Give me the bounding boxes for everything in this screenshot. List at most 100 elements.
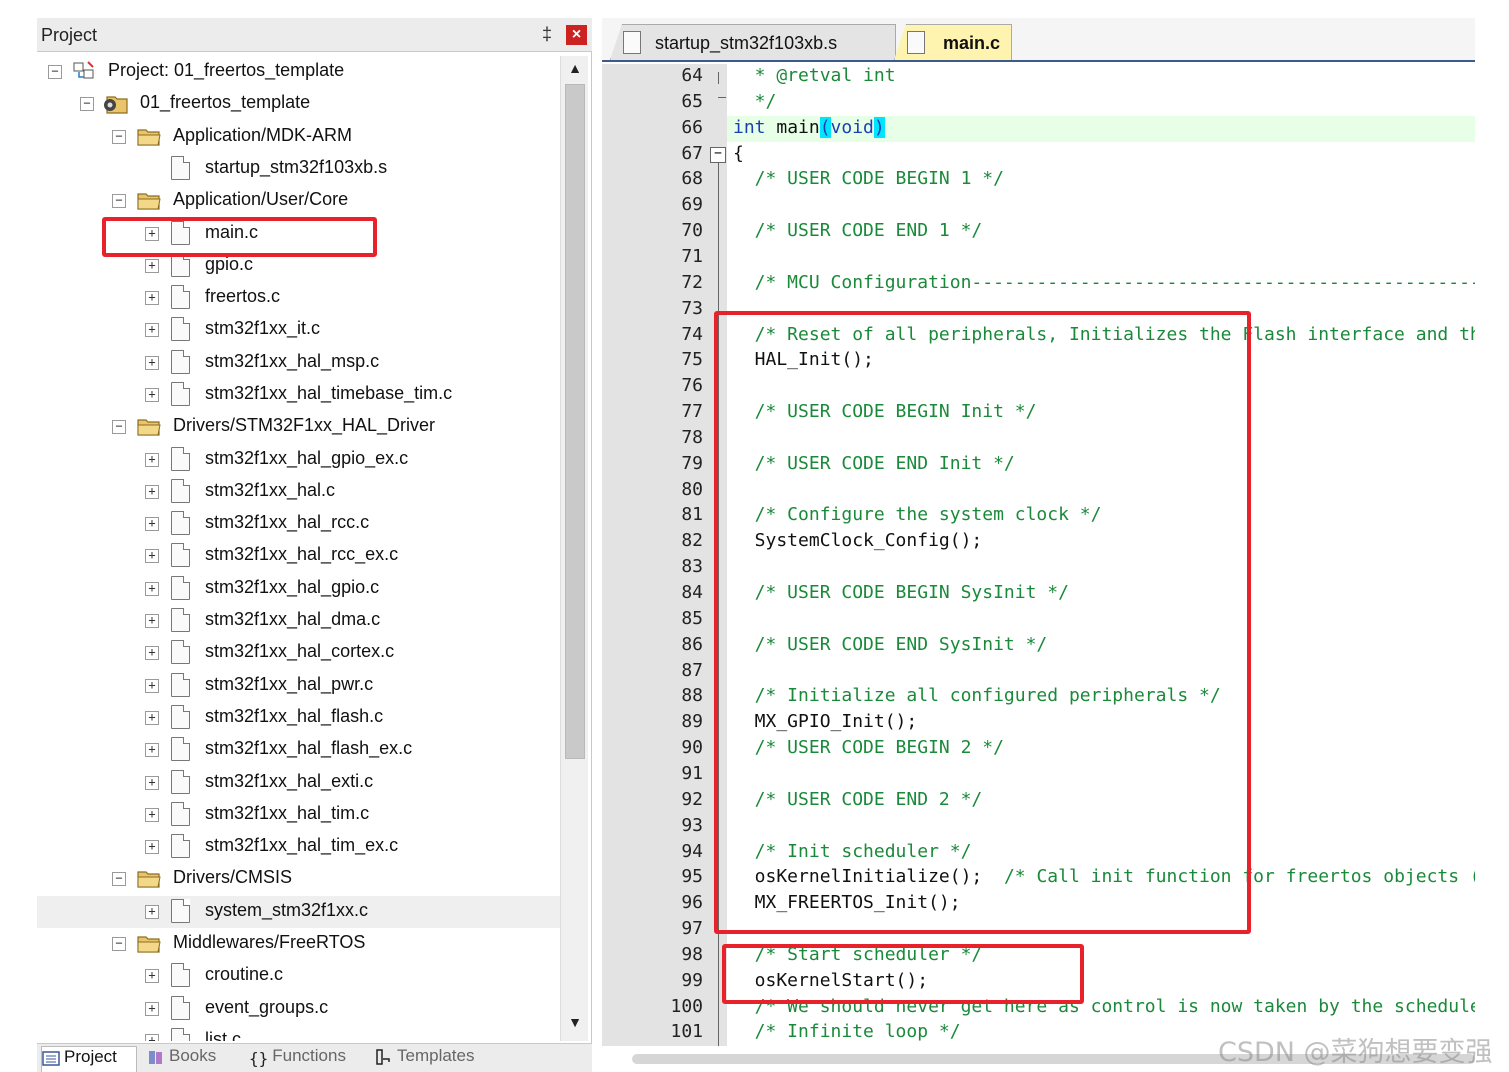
expand-icon[interactable]: +: [145, 517, 159, 531]
scroll-down-arrow-icon[interactable]: ▼: [565, 1014, 585, 1034]
expand-icon[interactable]: +: [145, 711, 159, 725]
tree-scrollbar[interactable]: ▲ ▼: [560, 56, 588, 1041]
scroll-up-arrow-icon[interactable]: ▲: [565, 60, 585, 80]
tree-file-item[interactable]: + stm32f1xx_hal_cortex.c: [37, 637, 560, 669]
expand-icon[interactable]: +: [145, 291, 159, 305]
tab-main-file[interactable]: main.c: [894, 24, 1012, 60]
watermark: CSDN @菜狗想要变强: [1218, 1037, 1493, 1068]
tree-file-item[interactable]: + event_groups.c: [37, 993, 560, 1025]
tree-folder-item[interactable]: − Drivers/STM32F1xx_HAL_Driver: [37, 411, 560, 443]
expand-icon[interactable]: +: [145, 259, 159, 273]
tab-startup-file[interactable]: startup_stm32f103xb.s: [610, 24, 896, 60]
folder-icon: [137, 419, 161, 436]
line-number: 64: [681, 65, 703, 86]
collapse-icon[interactable]: −: [48, 65, 62, 79]
expand-icon[interactable]: +: [145, 614, 159, 628]
line-number: 79: [681, 453, 703, 474]
expand-icon[interactable]: +: [145, 356, 159, 370]
line-number: 95: [681, 866, 703, 887]
tree-item-label: Application/MDK-ARM: [173, 125, 353, 145]
tree-file-item[interactable]: + stm32f1xx_hal_flash_ex.c: [37, 734, 560, 766]
collapse-icon[interactable]: −: [80, 97, 94, 111]
tree-file-item[interactable]: + stm32f1xx_it.c: [37, 314, 560, 346]
line-number: 66: [681, 117, 703, 138]
code-line: 72 /* MCU Configuration-----------------…: [602, 271, 1475, 297]
tree-file-item[interactable]: + croutine.c: [37, 960, 560, 992]
line-number: 69: [681, 194, 703, 215]
tree-file-item[interactable]: + list.c: [37, 1025, 560, 1041]
tree-file-item[interactable]: + stm32f1xx_hal_rcc.c: [37, 508, 560, 540]
expand-icon[interactable]: +: [145, 485, 159, 499]
annotation-box-init-block: [714, 311, 1251, 934]
tab-books[interactable]: Books: [147, 1046, 239, 1072]
tab-project-label: Project: [64, 1047, 117, 1066]
file-icon: [171, 156, 190, 180]
expand-icon[interactable]: +: [145, 1034, 159, 1041]
expand-icon[interactable]: +: [145, 323, 159, 337]
tree-file-item[interactable]: + stm32f1xx_hal_gpio_ex.c: [37, 444, 560, 476]
tree-file-item[interactable]: + system_stm32f1xx.c: [37, 896, 560, 928]
expand-icon[interactable]: +: [145, 905, 159, 919]
tree-project-item[interactable]: − Project: 01_freertos_template: [37, 56, 560, 88]
tree-target-item[interactable]: − 01_freertos_template: [37, 88, 560, 120]
expand-icon[interactable]: +: [145, 679, 159, 693]
line-number: 70: [681, 220, 703, 241]
fold-collapse-icon[interactable]: −: [710, 147, 726, 163]
tree-folder-item[interactable]: − Application/MDK-ARM: [37, 121, 560, 153]
pin-icon[interactable]: ‡: [537, 24, 557, 46]
collapse-icon[interactable]: −: [112, 937, 126, 951]
annotation-box-kernel-start: [722, 944, 1084, 1004]
expand-icon[interactable]: +: [145, 388, 159, 402]
expand-icon[interactable]: +: [145, 549, 159, 563]
collapse-icon[interactable]: −: [112, 194, 126, 208]
close-icon[interactable]: ×: [566, 25, 587, 45]
tree-item-label: stm32f1xx_it.c: [205, 318, 321, 338]
expand-icon[interactable]: +: [145, 1002, 159, 1016]
tree-folder-item[interactable]: − Middlewares/FreeRTOS: [37, 928, 560, 960]
tree-item-label: stm32f1xx_hal_gpio_ex.c: [205, 448, 409, 468]
tree-file-item[interactable]: + stm32f1xx_hal_timebase_tim.c: [37, 379, 560, 411]
tree-file-item[interactable]: + stm32f1xx_hal_gpio.c: [37, 573, 560, 605]
tab-templates-label: Templates: [397, 1046, 475, 1065]
books-icon: [149, 1050, 162, 1064]
collapse-icon[interactable]: −: [112, 130, 126, 144]
tree-folder-item[interactable]: − Application/User/Core: [37, 185, 560, 217]
expand-icon[interactable]: +: [145, 743, 159, 757]
tab-functions[interactable]: {} Functions: [249, 1046, 367, 1072]
line-number: 78: [681, 427, 703, 448]
tree-file-item[interactable]: + stm32f1xx_hal.c: [37, 476, 560, 508]
collapse-icon[interactable]: −: [112, 872, 126, 886]
tree-file-item[interactable]: + stm32f1xx_hal_tim.c: [37, 799, 560, 831]
tree-file-item[interactable]: + stm32f1xx_hal_flash.c: [37, 702, 560, 734]
tree-item-label: Drivers/STM32F1xx_HAL_Driver: [173, 415, 436, 435]
expand-icon[interactable]: +: [145, 453, 159, 467]
expand-icon[interactable]: +: [145, 776, 159, 790]
tree-file-item[interactable]: + stm32f1xx_hal_dma.c: [37, 605, 560, 637]
tree-file-item[interactable]: startup_stm32f103xb.s: [37, 153, 560, 185]
expand-icon[interactable]: +: [145, 808, 159, 822]
fold-guide-end: [718, 97, 726, 98]
tree-file-item[interactable]: + stm32f1xx_hal_tim_ex.c: [37, 831, 560, 863]
line-number: 97: [681, 918, 703, 939]
tree-file-item[interactable]: + stm32f1xx_hal_exti.c: [37, 767, 560, 799]
tree-item-label: Drivers/CMSIS: [173, 867, 293, 887]
expand-icon[interactable]: +: [145, 582, 159, 596]
expand-icon[interactable]: +: [145, 969, 159, 983]
tree-file-item[interactable]: + freertos.c: [37, 282, 560, 314]
tree-file-item[interactable]: + stm32f1xx_hal_msp.c: [37, 347, 560, 379]
function-name: main: [765, 117, 820, 138]
paren-open: (: [819, 117, 831, 138]
expand-icon[interactable]: +: [145, 840, 159, 854]
tab-project[interactable]: Project: [41, 1046, 137, 1072]
tree-item-label: startup_stm32f103xb.s: [205, 157, 388, 177]
tree-file-item[interactable]: + stm32f1xx_hal_rcc_ex.c: [37, 540, 560, 572]
file-icon: [171, 511, 190, 535]
tab-books-label: Books: [169, 1046, 217, 1065]
tab-templates[interactable]: Templates: [375, 1046, 505, 1072]
scroll-thumb[interactable]: [565, 84, 585, 759]
tree-folder-item[interactable]: − Drivers/CMSIS: [37, 863, 560, 895]
tree-file-item[interactable]: + stm32f1xx_hal_pwr.c: [37, 670, 560, 702]
editor-tab-bar: startup_stm32f103xb.s main.c: [602, 18, 1475, 62]
expand-icon[interactable]: +: [145, 646, 159, 660]
collapse-icon[interactable]: −: [112, 420, 126, 434]
